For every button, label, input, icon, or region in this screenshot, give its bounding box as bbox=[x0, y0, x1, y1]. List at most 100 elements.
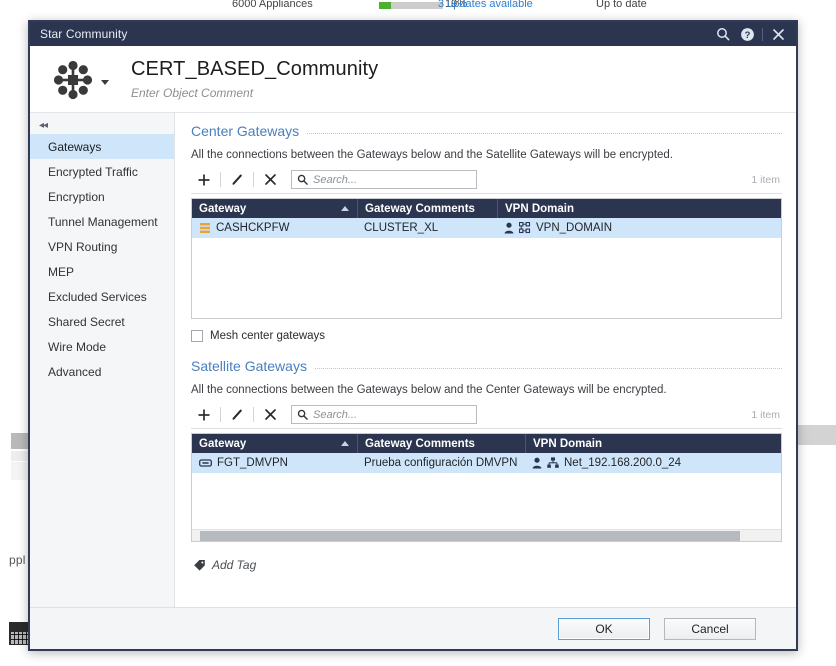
table-body: CASHCKPFW CLUSTER_XL VPN_DOMAIN bbox=[192, 218, 781, 318]
toolbar-separator bbox=[220, 407, 221, 422]
table-row[interactable]: CASHCKPFW CLUSTER_XL VPN_DOMAIN bbox=[192, 218, 781, 238]
sidebar-item-mep[interactable]: MEP bbox=[30, 259, 174, 284]
table-header-row: Gateway Gateway Comments VPN Domain bbox=[192, 199, 781, 218]
mesh-center-gateways-label: Mesh center gateways bbox=[210, 330, 326, 342]
satellite-gateways-heading: Satellite Gateways bbox=[191, 358, 782, 374]
cancel-button[interactable]: Cancel bbox=[664, 617, 756, 640]
help-icon[interactable]: ? bbox=[735, 22, 759, 46]
sidebar-item-gateways[interactable]: Gateways bbox=[30, 134, 174, 159]
scrollbar-thumb[interactable] bbox=[200, 531, 740, 541]
center-gateways-toolbar: Search... 1 item bbox=[191, 170, 782, 194]
star-community-icon bbox=[52, 59, 94, 101]
user-icon bbox=[504, 222, 514, 234]
cell-text: CLUSTER_XL bbox=[364, 222, 439, 234]
cell-text: Net_192.168.200.0_24 bbox=[564, 457, 682, 469]
column-header-gateway-comments[interactable]: Gateway Comments bbox=[357, 434, 525, 453]
sidebar-item-vpn-routing[interactable]: VPN Routing bbox=[30, 234, 174, 259]
close-icon[interactable] bbox=[766, 22, 790, 46]
dialog-header: CERT_BASED_Community Enter Object Commen… bbox=[30, 46, 796, 113]
sidebar-collapse-button[interactable]: ◂◂ bbox=[30, 117, 174, 134]
network-grid-icon bbox=[519, 222, 531, 234]
sidebar-item-advanced[interactable]: Advanced bbox=[30, 359, 174, 384]
center-gateways-description: All the connections between the Gateways… bbox=[191, 149, 674, 161]
add-tag-button[interactable]: Add Tag bbox=[191, 558, 782, 572]
sidebar-item-label: Excluded Services bbox=[48, 289, 147, 304]
column-label: Gateway Comments bbox=[365, 202, 475, 215]
add-icon[interactable] bbox=[191, 405, 217, 425]
tag-icon bbox=[194, 559, 205, 571]
toolbar-separator bbox=[253, 172, 254, 187]
search-icon bbox=[297, 174, 308, 185]
table-header-row: Gateway Gateway Comments VPN Domain bbox=[192, 434, 781, 453]
satellite-gateways-description: All the connections between the Gateways… bbox=[191, 384, 667, 396]
sidebar-item-label: MEP bbox=[48, 264, 75, 279]
interop-device-icon bbox=[199, 459, 212, 467]
delete-icon[interactable] bbox=[257, 405, 283, 425]
satellite-table-horizontal-scrollbar[interactable] bbox=[192, 529, 781, 541]
cell-text: Prueba configuración DMVPN bbox=[364, 457, 518, 469]
table-row[interactable]: FGT_DMVPN Prueba configuración DMVPN Net… bbox=[192, 453, 781, 473]
gateways-panel: Center Gateways All the connections betw… bbox=[175, 113, 796, 607]
search-placeholder: Search... bbox=[313, 408, 358, 421]
background-progress-fill bbox=[379, 2, 391, 9]
column-header-gateway[interactable]: Gateway bbox=[192, 199, 357, 218]
sidebar-item-encryption[interactable]: Encryption bbox=[30, 184, 174, 209]
search-icon[interactable] bbox=[711, 22, 735, 46]
cell-gateway-comments: Prueba configuración DMVPN bbox=[357, 453, 525, 473]
sidebar-item-tunnel-management[interactable]: Tunnel Management bbox=[30, 209, 174, 234]
user-icon bbox=[532, 457, 542, 469]
chevron-down-icon[interactable] bbox=[101, 79, 109, 85]
satellite-gateways-item-count: 1 item bbox=[751, 408, 780, 421]
satellite-gateways-table: Gateway Gateway Comments VPN Domain FGT_… bbox=[191, 433, 782, 542]
edit-pencil-icon[interactable] bbox=[224, 405, 250, 425]
satellite-gateways-title: Satellite Gateways bbox=[191, 358, 307, 374]
background-updates-link[interactable]: 3 updates available bbox=[438, 0, 533, 10]
mesh-center-gateways-row[interactable]: Mesh center gateways bbox=[191, 330, 782, 342]
table-body: FGT_DMVPN Prueba configuración DMVPN Net… bbox=[192, 453, 781, 529]
cell-gateway: FGT_DMVPN bbox=[192, 453, 357, 473]
column-label: Gateway bbox=[199, 202, 247, 215]
add-icon[interactable] bbox=[191, 170, 217, 190]
cluster-gateway-icon bbox=[200, 223, 210, 233]
dialog-footer: OK Cancel bbox=[30, 607, 796, 649]
search-icon bbox=[297, 409, 308, 420]
cell-text: FGT_DMVPN bbox=[217, 457, 288, 469]
sidebar-item-shared-secret[interactable]: Shared Secret bbox=[30, 309, 174, 334]
toolbar-separator bbox=[253, 407, 254, 422]
background-appliances-label: 6000 Appliances bbox=[232, 0, 313, 10]
column-header-gateway-comments[interactable]: Gateway Comments bbox=[357, 199, 497, 218]
column-header-gateway[interactable]: Gateway bbox=[192, 434, 357, 453]
object-comment-field[interactable]: Enter Object Comment bbox=[131, 86, 378, 100]
heading-rule bbox=[314, 368, 782, 369]
sidebar-item-label: Advanced bbox=[48, 364, 102, 379]
sort-ascending-icon bbox=[341, 206, 349, 211]
column-header-vpn-domain[interactable]: VPN Domain bbox=[497, 199, 781, 218]
sidebar-item-label: Wire Mode bbox=[48, 339, 107, 354]
column-label: VPN Domain bbox=[505, 202, 575, 215]
dialog-title: Star Community bbox=[40, 27, 128, 41]
object-icon-group[interactable] bbox=[52, 59, 109, 101]
cell-text: CASHCKPFW bbox=[216, 222, 290, 234]
heading-rule bbox=[307, 133, 782, 134]
mesh-center-gateways-checkbox[interactable] bbox=[191, 330, 203, 342]
page-title: CERT_BASED_Community bbox=[131, 58, 379, 80]
network-tree-icon bbox=[547, 457, 559, 468]
sidebar-item-excluded-services[interactable]: Excluded Services bbox=[30, 284, 174, 309]
cell-text: VPN_DOMAIN bbox=[536, 222, 613, 234]
edit-pencil-icon[interactable] bbox=[224, 170, 250, 190]
sidebar-item-label: Encryption bbox=[48, 189, 105, 204]
sidebar-item-encrypted-traffic[interactable]: Encrypted Traffic bbox=[30, 159, 174, 184]
center-gateways-item-count: 1 item bbox=[751, 173, 780, 186]
column-label: Gateway Comments bbox=[365, 437, 475, 450]
search-placeholder: Search... bbox=[313, 173, 358, 186]
ok-button[interactable]: OK bbox=[558, 617, 650, 640]
center-gateways-heading: Center Gateways bbox=[191, 123, 782, 139]
center-gateways-search-input[interactable]: Search... bbox=[291, 170, 477, 189]
sidebar-item-label: Encrypted Traffic bbox=[48, 164, 138, 179]
titlebar-separator bbox=[762, 27, 763, 41]
satellite-gateways-search-input[interactable]: Search... bbox=[291, 405, 477, 424]
column-header-vpn-domain[interactable]: VPN Domain bbox=[525, 434, 781, 453]
sidebar-item-wire-mode[interactable]: Wire Mode bbox=[30, 334, 174, 359]
delete-icon[interactable] bbox=[257, 170, 283, 190]
star-community-dialog: Star Community ? CERT_BASED_Community En… bbox=[28, 20, 798, 651]
